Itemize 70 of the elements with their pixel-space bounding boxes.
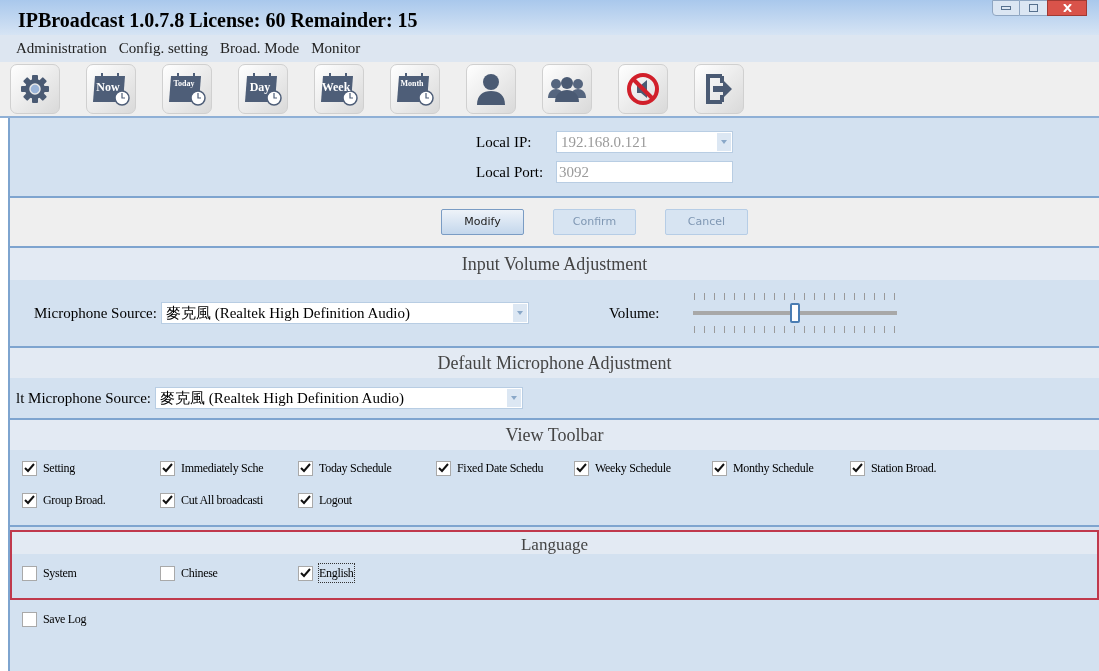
checkbox[interactable] [712,460,727,476]
checkbox-label: Group Broad. [43,492,106,509]
toolbar-button[interactable] [542,64,592,114]
menu-item[interactable]: Administration [16,37,107,60]
checkbox-label: Fixed Date Schedu [457,460,544,477]
slider-thumb[interactable] [789,303,800,323]
checkbox-label: Monthy Schedule [733,460,814,477]
volume-label: Volume: [608,303,661,323]
section-header: Language [12,532,1097,554]
microphone-source-label: Microphone Source: [34,303,157,323]
toolbar-button[interactable] [694,64,744,114]
person-icon [475,72,507,106]
mute-icon [626,72,660,106]
maximize-icon [1029,4,1038,12]
checkbox[interactable] [298,460,313,476]
checkbox[interactable] [22,460,37,476]
checkbox[interactable] [160,460,175,476]
menu-item[interactable]: Monitor [311,37,361,60]
toolbar-button[interactable]: Now [86,64,136,114]
microphone-source-label: lt Microphone Source: [16,388,151,408]
group-icon [547,76,587,102]
checkbox[interactable] [298,565,313,581]
checkbox[interactable] [22,611,37,627]
checkbox-label: Setting [43,460,75,477]
menu-item[interactable]: Broad. Mode [220,37,300,60]
section-header: Default Microphone Adjustment [10,348,1099,378]
section-header: View Toolbar [10,420,1099,450]
checkbox-label: Save Log [43,611,87,628]
toolbar-button[interactable]: Day [238,64,288,114]
close-icon [1062,4,1072,12]
maximize-button[interactable] [1020,0,1047,16]
toolbar-button[interactable] [466,64,516,114]
checkbox[interactable] [298,492,313,508]
toolbar-button[interactable]: Today [162,64,212,114]
close-button[interactable] [1047,0,1087,16]
local-port-label: Local Port: [476,162,545,182]
toolbar-button[interactable] [618,64,668,114]
window-title: IPBroadcast 1.0.7.8 License: 60 Remainder: 15 [18,8,419,33]
checkbox-label: Immediately Sche [181,460,264,477]
checkbox[interactable] [160,565,175,581]
logout-icon [704,73,734,105]
checkbox[interactable] [22,492,37,508]
minimize-button[interactable] [992,0,1020,16]
local-ip-label: Local IP: [476,133,533,152]
toolbar-button[interactable]: Week [314,64,364,114]
checkbox-label: Logout [319,492,352,509]
checkbox[interactable] [22,565,37,581]
checkbox-label: English [319,564,354,582]
dropdown-caret-icon [717,133,731,152]
checkbox[interactable] [160,492,175,508]
checkbox[interactable] [850,460,865,476]
checkbox-label: Weeky Schedule [595,460,671,477]
checkbox-label: Cut All broadcasti [181,492,263,509]
menu-item[interactable]: Config. setting [118,37,208,60]
microphone-source-dropdown[interactable]: 麥克風 (Realtek High Definition Audio) [155,387,523,409]
section-header: Input Volume Adjustment [10,248,1099,280]
toolbar-button[interactable]: Month [390,64,440,114]
checkbox[interactable] [574,460,589,476]
dropdown-caret-icon [512,304,527,322]
checkbox-label: Station Broad. [871,460,937,477]
minimize-icon [1001,6,1011,10]
checkbox-label: Chinese [181,565,218,582]
checkbox-label: Today Schedule [319,460,392,477]
toolbar-button[interactable] [10,64,60,114]
checkbox-label: System [43,565,77,582]
dropdown-caret-icon [507,389,521,407]
checkbox[interactable] [436,460,451,476]
action-button[interactable]: Modify [441,209,524,235]
microphone-source-dropdown[interactable]: 麥克風 (Realtek High Definition Audio) [160,302,529,324]
gear-icon [20,74,50,104]
